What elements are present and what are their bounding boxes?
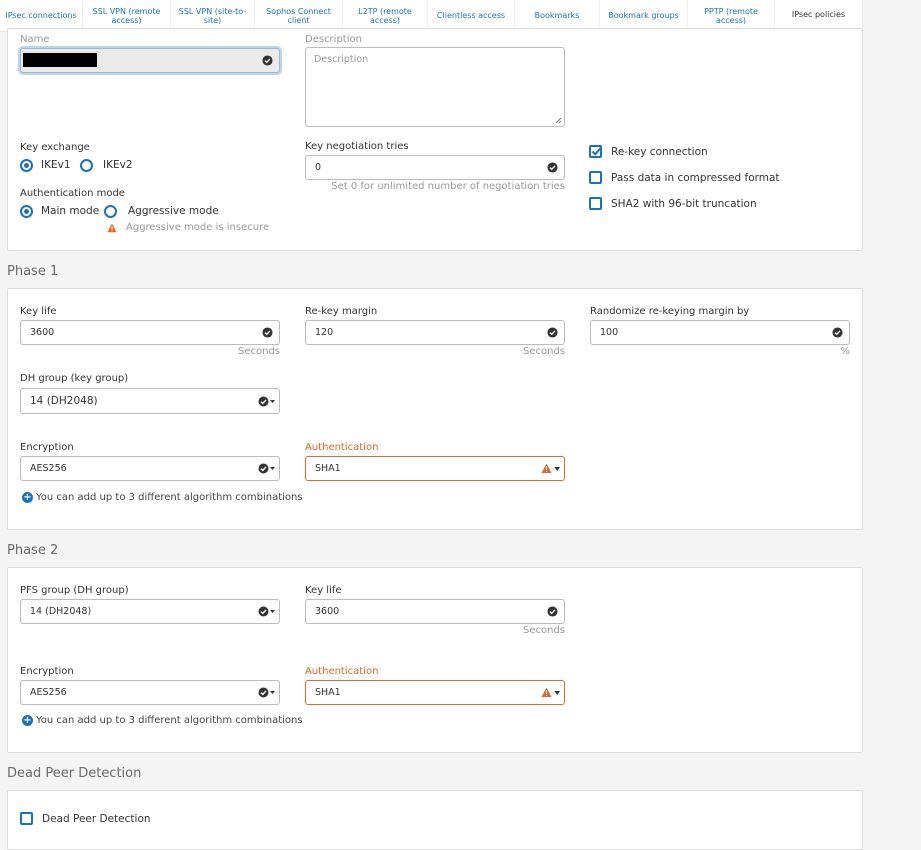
aggressive-warning-text: Aggressive mode is insecure xyxy=(126,222,270,233)
tab-sophos-connect[interactable]: Sophos Connect client xyxy=(255,0,343,31)
p2-pfs-label: PFS group (DH group) xyxy=(20,585,129,596)
checkmark-icon xyxy=(591,147,602,156)
p1-key-life-value: 3600 xyxy=(30,327,55,338)
aggressive-mode-radio[interactable] xyxy=(104,205,117,218)
p1-key-life-input[interactable]: 3600 xyxy=(20,320,280,345)
ikev1-radio[interactable] xyxy=(20,159,33,172)
p2-encryption-select[interactable]: AES256 xyxy=(20,680,280,705)
check-circle-icon xyxy=(262,55,273,66)
p2-auth-label: Authentication xyxy=(305,666,379,677)
p1-encryption-select[interactable]: AES256 xyxy=(20,456,280,481)
pass-compressed-checkbox[interactable] xyxy=(589,171,602,184)
description-placeholder: Description xyxy=(314,54,369,65)
redacted-name xyxy=(23,53,97,67)
tab-ssl-vpn-site[interactable]: SSL VPN (site-to-site) xyxy=(171,0,255,31)
tab-pptp[interactable]: PPTP (remote access) xyxy=(688,0,775,31)
phase2-title: Phase 2 xyxy=(7,543,59,558)
dpd-title: Dead Peer Detection xyxy=(7,766,142,781)
check-circle-icon xyxy=(832,327,843,338)
description-label: Description xyxy=(305,34,362,45)
warning-chevron-icon xyxy=(541,463,560,473)
key-negotiation-hint: Set 0 for unlimited number of negotiatio… xyxy=(331,181,565,192)
aggressive-mode-label: Aggressive mode xyxy=(128,205,219,217)
resize-handle-icon[interactable] xyxy=(555,117,562,124)
tab-ssl-vpn-remote[interactable]: SSL VPN (remote access) xyxy=(83,0,171,31)
ikev2-label: IKEv2 xyxy=(103,159,133,171)
p1-randomize-unit: % xyxy=(840,346,850,357)
main-mode-radio[interactable] xyxy=(20,205,33,218)
p2-key-life-unit: Seconds xyxy=(522,625,565,636)
p1-auth-select[interactable]: SHA1 xyxy=(305,456,565,481)
warning-icon xyxy=(107,223,117,233)
p2-add-combination-text[interactable]: You can add up to 3 different algorithm … xyxy=(36,715,303,726)
tab-bookmark-groups[interactable]: Bookmark groups xyxy=(600,0,688,31)
name-label: Name xyxy=(20,34,50,45)
check-circle-icon xyxy=(547,327,558,338)
dpd-checkbox-label: Dead Peer Detection xyxy=(42,813,151,825)
check-chevron-icon xyxy=(258,606,275,617)
p1-randomize-input[interactable]: 100 xyxy=(590,320,850,345)
auth-mode-label: Authentication mode xyxy=(20,188,125,199)
p2-key-life-value: 3600 xyxy=(315,606,340,617)
p2-pfs-value: 14 (DH2048) xyxy=(30,606,92,617)
main-mode-label: Main mode xyxy=(41,205,100,217)
p1-dh-value: 14 (DH2048) xyxy=(30,395,98,407)
dpd-checkbox[interactable] xyxy=(20,812,33,825)
p1-randomize-label: Randomize re-keying margin by xyxy=(590,306,750,317)
p2-auth-select[interactable]: SHA1 xyxy=(305,680,565,705)
check-circle-icon xyxy=(547,162,558,173)
p1-encryption-label: Encryption xyxy=(20,442,74,453)
warning-chevron-icon xyxy=(541,687,560,697)
plus-circle-icon[interactable]: + xyxy=(22,492,33,503)
p1-add-combination-text[interactable]: You can add up to 3 different algorithm … xyxy=(36,492,303,503)
p1-encryption-value: AES256 xyxy=(30,463,67,474)
p1-rekey-margin-value: 120 xyxy=(315,327,334,338)
p1-dh-label: DH group (key group) xyxy=(20,373,129,384)
description-textarea[interactable]: Description xyxy=(305,47,565,127)
check-circle-icon xyxy=(262,327,273,338)
p1-auth-value: SHA1 xyxy=(315,463,341,474)
p1-key-life-unit: Seconds xyxy=(237,346,280,357)
tab-ipsec-connections[interactable]: IPsec connections xyxy=(0,0,83,31)
p1-dh-select[interactable]: 14 (DH2048) xyxy=(20,388,280,414)
key-exchange-label: Key exchange xyxy=(20,142,90,153)
p2-auth-value: SHA1 xyxy=(315,687,341,698)
p2-key-life-label: Key life xyxy=(305,585,342,596)
check-chevron-icon xyxy=(258,463,275,474)
p1-rekey-margin-unit: Seconds xyxy=(522,346,565,357)
p1-rekey-margin-label: Re-key margin xyxy=(305,306,378,317)
p2-encryption-value: AES256 xyxy=(30,687,67,698)
rekey-connection-label: Re-key connection xyxy=(611,146,708,158)
tab-bookmarks[interactable]: Bookmarks xyxy=(515,0,600,31)
plus-circle-icon[interactable]: + xyxy=(22,715,33,726)
check-chevron-icon xyxy=(258,687,275,698)
pass-compressed-label: Pass data in compressed format xyxy=(611,172,780,184)
key-negotiation-input[interactable]: 0 xyxy=(305,155,565,180)
p1-rekey-margin-input[interactable]: 120 xyxy=(305,320,565,345)
p2-key-life-input[interactable]: 3600 xyxy=(305,599,565,624)
rekey-connection-checkbox[interactable] xyxy=(589,145,602,158)
tab-ipsec-policies[interactable]: IPsec policies xyxy=(775,0,863,31)
check-circle-icon xyxy=(547,606,558,617)
p2-pfs-select[interactable]: 14 (DH2048) xyxy=(20,599,280,624)
p1-key-life-label: Key life xyxy=(20,306,57,317)
tab-l2tp[interactable]: L2TP (remote access) xyxy=(343,0,428,31)
ikev2-radio[interactable] xyxy=(80,159,93,172)
p1-randomize-value: 100 xyxy=(600,327,619,338)
sha2-truncation-label: SHA2 with 96-bit truncation xyxy=(611,198,757,210)
key-negotiation-label: Key negotiation tries xyxy=(305,141,409,152)
p1-auth-label: Authentication xyxy=(305,442,379,453)
p2-encryption-label: Encryption xyxy=(20,666,74,677)
sha2-truncation-checkbox[interactable] xyxy=(589,197,602,210)
tab-clientless[interactable]: Clientless access xyxy=(428,0,515,31)
phase1-title: Phase 1 xyxy=(7,264,59,279)
ikev1-label: IKEv1 xyxy=(41,159,71,171)
check-chevron-icon xyxy=(258,396,275,407)
key-negotiation-value: 0 xyxy=(315,162,322,173)
